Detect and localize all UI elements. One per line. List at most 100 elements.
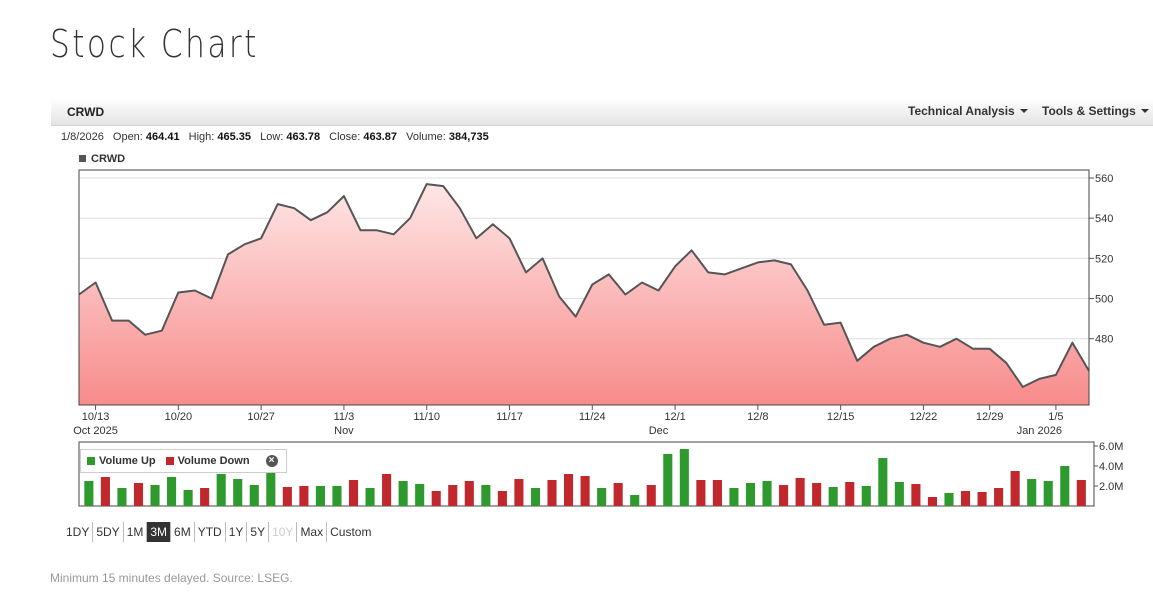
range-button-max[interactable]: Max	[297, 522, 328, 542]
volume-up-bar	[630, 495, 640, 506]
volume-up-bar	[84, 481, 94, 506]
volume-y-tick-label: 4.0M	[1099, 461, 1123, 473]
range-button-5y[interactable]: 5Y	[247, 522, 270, 542]
volume-down-bar	[563, 474, 574, 506]
range-button-1y[interactable]: 1Y	[226, 522, 248, 542]
volume-up-bar	[150, 485, 160, 506]
y-tick-label: 480	[1095, 334, 1113, 346]
x-tick-label: 1/5	[1048, 411, 1063, 423]
volume-down-bar	[696, 480, 706, 506]
x-tick-label: 12/8	[747, 411, 768, 423]
volume-up-swatch	[87, 457, 95, 465]
volume-down-bar	[133, 483, 144, 506]
volume-down-bar	[812, 483, 822, 506]
period-label: Oct 2025	[73, 425, 118, 437]
volume-down-bar	[1010, 471, 1020, 506]
volume-down-bar	[779, 485, 789, 506]
volume-down-bar	[448, 485, 458, 506]
volume-down-bar	[613, 483, 623, 506]
volume-up-bar	[745, 483, 756, 506]
source-note: Minimum 15 minutes delayed. Source: LSEG…	[50, 571, 293, 585]
volume-down-bar	[1076, 480, 1086, 506]
volume-down-bar	[431, 491, 441, 506]
volume-down-bar	[100, 477, 110, 506]
volume-up-bar	[332, 486, 342, 506]
volume-down-legend[interactable]: Volume Down	[164, 455, 250, 467]
volume-up-bar	[1060, 466, 1070, 506]
volume-up-bar	[828, 487, 838, 506]
volume-down-swatch	[165, 457, 174, 465]
volume-up-bar	[1027, 479, 1037, 506]
volume-up-bar	[878, 458, 888, 506]
volume-up-bar	[481, 485, 491, 506]
y-tick-label: 500	[1095, 294, 1113, 306]
x-tick-label: 10/13	[82, 411, 110, 423]
volume-down-bar	[514, 479, 524, 506]
volume-down-bar	[299, 486, 309, 506]
x-tick-label: 11/3	[334, 411, 355, 423]
volume-up-bar	[249, 485, 259, 506]
volume-down-bar	[712, 480, 722, 506]
range-button-6m[interactable]: 6M	[171, 522, 195, 542]
range-selector: 1DY 5DY 1M 3M 6M YTD 1Y 5Y 10Y Max Custom	[63, 522, 374, 542]
volume-up-bar	[233, 479, 243, 506]
volume-down-bar	[911, 484, 921, 506]
volume-down-bar	[977, 492, 987, 506]
price-area	[79, 184, 1089, 405]
x-tick-label: 12/29	[976, 411, 1004, 423]
volume-y-tick-label: 6.0M	[1099, 441, 1123, 453]
y-tick-label: 560	[1095, 173, 1113, 185]
volume-down-bar	[200, 488, 210, 506]
stock-chart: 480 500 520 540 560 10/13 10/20 10/27 11/3 11/10 1…	[73, 169, 1123, 507]
range-button-3m[interactable]: 3M	[147, 522, 172, 542]
y-tick-label: 540	[1095, 213, 1113, 225]
volume-up-label: Volume Up	[99, 455, 156, 467]
volume-up-legend[interactable]: Volume Up	[85, 455, 156, 467]
volume-down-label: Volume Down	[177, 455, 250, 467]
x-tick-label: 12/15	[827, 411, 855, 423]
volume-up-bar	[315, 486, 325, 506]
volume-down-bar	[960, 491, 971, 506]
volume-down-bar	[646, 485, 656, 506]
range-button-custom[interactable]: Custom	[327, 522, 374, 542]
volume-down-bar	[795, 478, 805, 506]
volume-up-bar	[398, 481, 408, 506]
volume-up-bar	[365, 488, 375, 506]
period-label: Dec	[649, 425, 669, 437]
volume-down-bar	[382, 474, 392, 506]
range-button-1dy[interactable]: 1DY	[63, 522, 94, 542]
volume-up-bar	[663, 454, 673, 506]
volume-legend: Volume Up Volume Down ×	[80, 449, 287, 473]
range-button-1m[interactable]: 1M	[124, 522, 148, 542]
x-tick-label: 11/17	[496, 411, 523, 423]
x-tick-label: 12/1	[664, 411, 685, 423]
volume-up-bar	[679, 449, 689, 506]
range-button-5dy[interactable]: 5DY	[93, 522, 124, 542]
x-tick-label: 10/20	[165, 411, 193, 423]
period-label: Nov	[334, 425, 354, 437]
volume-up-bar	[894, 482, 904, 506]
x-tick-label: 11/10	[413, 411, 440, 423]
volume-down-bar	[348, 480, 359, 506]
volume-down-bar	[282, 487, 292, 506]
volume-up-bar	[944, 493, 954, 506]
volume-up-bar	[183, 490, 193, 506]
volume-down-bar	[580, 476, 590, 506]
y-tick-label: 520	[1095, 253, 1113, 265]
volume-up-bar	[530, 488, 541, 506]
volume-down-bar	[497, 491, 507, 506]
x-tick-label: 11/24	[579, 411, 606, 423]
range-button-10y: 10Y	[269, 522, 298, 542]
period-label: Jan 2026	[1017, 425, 1062, 437]
x-tick-label: 10/27	[247, 411, 275, 423]
volume-up-bar	[861, 486, 871, 506]
close-icon[interactable]: ×	[265, 455, 278, 467]
volume-down-bar	[547, 480, 557, 506]
volume-down-bar	[927, 497, 937, 506]
volume-up-bar	[415, 484, 425, 506]
volume-down-bar	[845, 482, 855, 506]
volume-y-tick-label: 2.0M	[1099, 481, 1123, 493]
volume-up-bar	[597, 488, 607, 506]
volume-up-bar	[216, 474, 226, 506]
range-button-ytd[interactable]: YTD	[195, 522, 226, 542]
